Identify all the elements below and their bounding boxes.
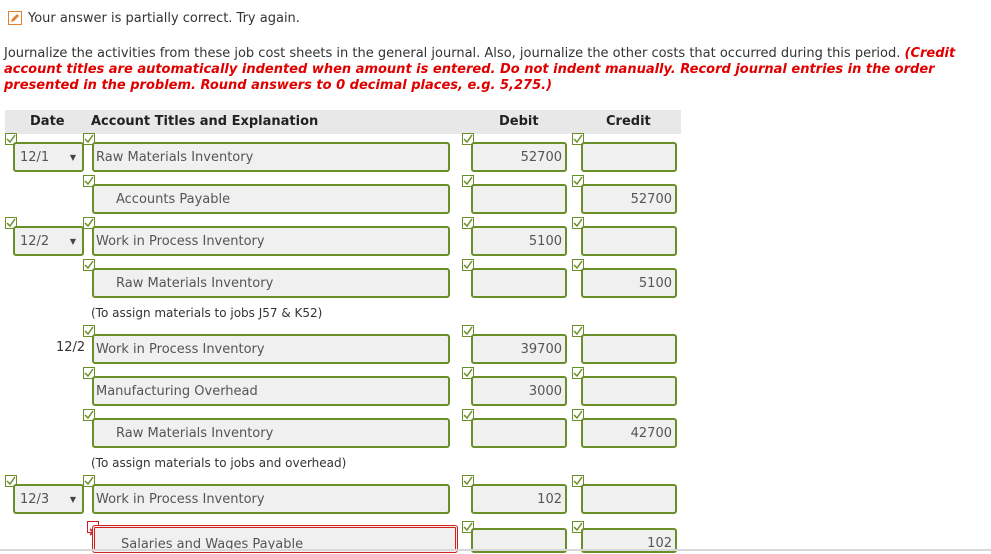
pencil-check-icon: [8, 11, 22, 25]
account-input[interactable]: Raw Materials Inventory: [92, 268, 450, 298]
date-value: 12/2: [20, 233, 50, 249]
account-input[interactable]: Accounts Payable: [92, 184, 450, 214]
credit-input[interactable]: [581, 142, 677, 172]
account-input[interactable]: Raw Materials Inventory: [92, 142, 450, 172]
divider: [0, 549, 991, 551]
date-select[interactable]: 12/2 ▼: [13, 226, 84, 256]
date-select[interactable]: 12/3 ▼: [13, 484, 84, 514]
header-debit: Debit: [499, 114, 539, 129]
entry-explanation: (To assign materials to jobs J57 & K52): [91, 306, 323, 320]
instructions: Journalize the activities from these job…: [4, 46, 988, 94]
status-text: Your answer is partially correct. Try ag…: [28, 10, 300, 26]
date-select[interactable]: 12/1 ▼: [13, 142, 84, 172]
credit-input[interactable]: 5100: [581, 268, 677, 298]
credit-input[interactable]: [581, 334, 677, 364]
status-message: Your answer is partially correct. Try ag…: [8, 10, 300, 26]
credit-input[interactable]: [581, 226, 677, 256]
debit-input[interactable]: 102: [471, 484, 567, 514]
header-credit: Credit: [606, 114, 651, 129]
account-input[interactable]: Manufacturing Overhead: [92, 376, 450, 406]
debit-input[interactable]: 52700: [471, 142, 567, 172]
header-account: Account Titles and Explanation: [91, 114, 319, 129]
instructions-text: Journalize the activities from these job…: [4, 46, 905, 61]
entry-explanation: (To assign materials to jobs and overhea…: [91, 456, 347, 470]
date-label: 12/2: [56, 340, 86, 355]
debit-input[interactable]: [471, 418, 567, 448]
table-header: Date Account Titles and Explanation Debi…: [5, 110, 681, 134]
dropdown-arrow-icon: ▼: [69, 152, 76, 162]
account-input[interactable]: Work in Process Inventory: [92, 334, 450, 364]
credit-input[interactable]: [581, 376, 677, 406]
debit-input[interactable]: [471, 268, 567, 298]
dropdown-arrow-icon: ▼: [69, 494, 76, 504]
credit-input[interactable]: 52700: [581, 184, 677, 214]
debit-input[interactable]: [471, 184, 567, 214]
dropdown-arrow-icon: ▼: [69, 236, 76, 246]
header-date: Date: [30, 114, 65, 129]
debit-input[interactable]: 5100: [471, 226, 567, 256]
account-input[interactable]: Raw Materials Inventory: [92, 418, 450, 448]
credit-input[interactable]: [581, 484, 677, 514]
credit-input[interactable]: 42700: [581, 418, 677, 448]
debit-input[interactable]: 3000: [471, 376, 567, 406]
account-input[interactable]: Work in Process Inventory: [92, 484, 450, 514]
debit-input[interactable]: 39700: [471, 334, 567, 364]
account-input[interactable]: Work in Process Inventory: [92, 226, 450, 256]
date-value: 12/3: [20, 491, 50, 507]
date-value: 12/1: [20, 149, 50, 165]
